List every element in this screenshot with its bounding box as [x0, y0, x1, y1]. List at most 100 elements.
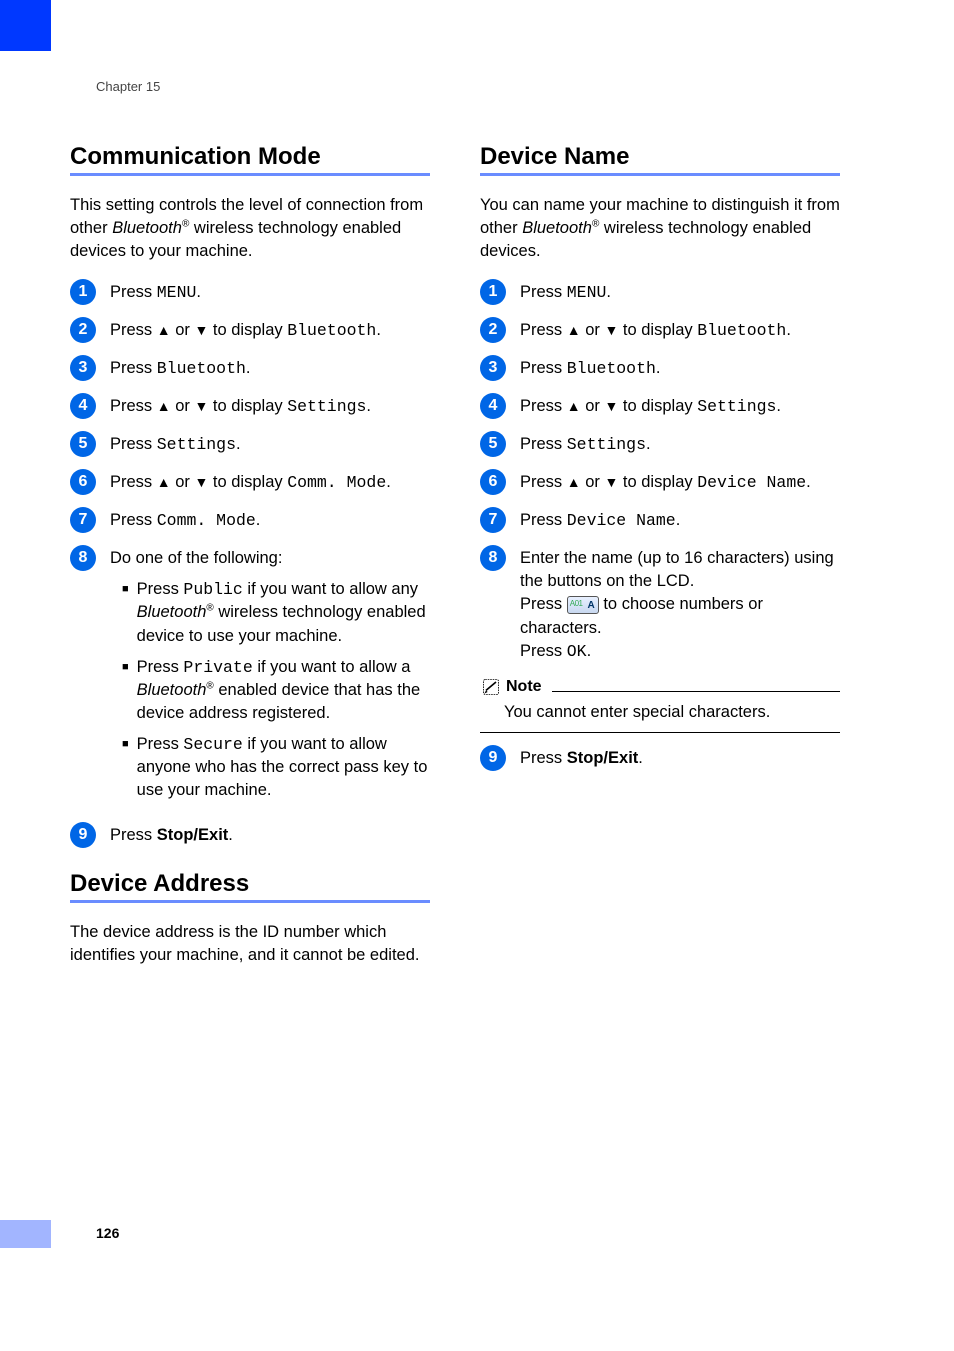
text: or [171, 397, 195, 415]
text: or [581, 397, 605, 415]
step-badge-8: 8 [70, 545, 96, 571]
intro-text: This setting controls the level of conne… [70, 194, 430, 263]
text: Press [520, 283, 567, 301]
text: Press [110, 359, 157, 377]
ok-label: OK [567, 642, 587, 661]
step-badge-3: 3 [480, 355, 506, 381]
step-badge-1: 1 [480, 279, 506, 305]
step-badge-5: 5 [70, 431, 96, 457]
note-box: Note You cannot enter special characters… [480, 677, 840, 733]
step-3: 3 Press Bluetooth. [70, 357, 430, 381]
menu-label: MENU [157, 283, 197, 302]
stop-exit-label: Stop/Exit [567, 749, 639, 767]
page: Chapter 15 126 Communication Mode This s… [0, 0, 954, 1351]
side-tab [0, 0, 51, 51]
heading-device-name: Device Name [480, 143, 840, 171]
public-label: Public [183, 580, 242, 599]
up-arrow-icon: ▲ [567, 474, 581, 490]
bluetooth-word: Bluetooth [112, 219, 182, 237]
step-badge-2: 2 [480, 317, 506, 343]
text: . [776, 397, 781, 415]
step-badge-1: 1 [70, 279, 96, 305]
text: to display [618, 321, 697, 339]
up-arrow-icon: ▲ [157, 474, 171, 490]
step-badge-2: 2 [70, 317, 96, 343]
step-3: 3 Press Bluetooth. [480, 357, 840, 381]
page-number: 126 [96, 1225, 119, 1241]
text: to display [618, 397, 697, 415]
step-5: 5 Press Settings. [480, 433, 840, 457]
text: Press [520, 473, 567, 491]
text: if you want to allow a [253, 658, 411, 676]
private-label: Private [183, 658, 252, 677]
text: . [806, 473, 811, 491]
down-arrow-icon: ▼ [194, 398, 208, 414]
step-badge-3: 3 [70, 355, 96, 381]
text: Press [137, 658, 184, 676]
sub-bullet-public: Press Public if you want to allow any Bl… [110, 578, 430, 647]
text: Press [520, 511, 567, 529]
text: Press [520, 642, 567, 660]
text: Press [110, 511, 157, 529]
side-bar [0, 1220, 51, 1248]
step-5: 5 Press Settings. [70, 433, 430, 457]
bluetooth-label: Bluetooth [287, 321, 376, 340]
text: . [606, 283, 611, 301]
up-arrow-icon: ▲ [567, 322, 581, 338]
text: Press [520, 321, 567, 339]
step-1: 1 Press MENU. [480, 281, 840, 305]
step-badge-9: 9 [480, 745, 506, 771]
up-arrow-icon: ▲ [157, 398, 171, 414]
text: . [656, 359, 661, 377]
text: Press [110, 283, 157, 301]
step-6: 6 Press ▲ or ▼ to display Device Name. [480, 471, 840, 495]
step-badge-6: 6 [70, 469, 96, 495]
step-7: 7 Press Device Name. [480, 509, 840, 533]
step-badge-7: 7 [480, 507, 506, 533]
text: Press [110, 473, 157, 491]
step-4: 4 Press ▲ or ▼ to display Settings. [480, 395, 840, 419]
text: . [676, 511, 681, 529]
bluetooth-label: Bluetooth [567, 359, 656, 378]
step-6: 6 Press ▲ or ▼ to display Comm. Mode. [70, 471, 430, 495]
comm-mode-label: Comm. Mode [157, 511, 256, 530]
heading-rule [70, 900, 430, 903]
down-arrow-icon: ▼ [194, 322, 208, 338]
step-badge-8: 8 [480, 545, 506, 571]
step-badge-7: 7 [70, 507, 96, 533]
bluetooth-word: Bluetooth [522, 219, 592, 237]
text: Press [137, 735, 184, 753]
intro-text: You can name your machine to distinguish… [480, 194, 840, 263]
note-rule [552, 691, 840, 692]
text: Do one of the following: [110, 547, 430, 570]
text: Press [520, 397, 567, 415]
step-9: 9 Press Stop/Exit. [480, 747, 840, 771]
down-arrow-icon: ▼ [604, 474, 618, 490]
text: if you want to allow any [243, 580, 418, 598]
heading-rule [480, 173, 840, 176]
text: . [786, 321, 791, 339]
stop-exit-label: Stop/Exit [157, 826, 229, 844]
settings-label: Settings [697, 397, 776, 416]
text: Press [110, 826, 157, 844]
text: or [581, 473, 605, 491]
text: or [171, 473, 195, 491]
text: . [196, 283, 201, 301]
text: . [246, 359, 251, 377]
registered-mark: ® [206, 680, 213, 691]
text: to display [208, 397, 287, 415]
step-badge-9: 9 [70, 822, 96, 848]
up-arrow-icon: ▲ [157, 322, 171, 338]
text: or [581, 321, 605, 339]
registered-mark: ® [206, 603, 213, 614]
step-2: 2 Press ▲ or ▼ to display Bluetooth. [70, 319, 430, 343]
step-badge-6: 6 [480, 469, 506, 495]
text: . [386, 473, 391, 491]
device-name-label: Device Name [567, 511, 676, 530]
text: Press [520, 749, 567, 767]
sub-bullet-private: Press Private if you want to allow a Blu… [110, 656, 430, 725]
text: Press [520, 435, 567, 453]
text: . [376, 321, 381, 339]
text: to display [208, 473, 287, 491]
note-title: Note [506, 678, 542, 696]
